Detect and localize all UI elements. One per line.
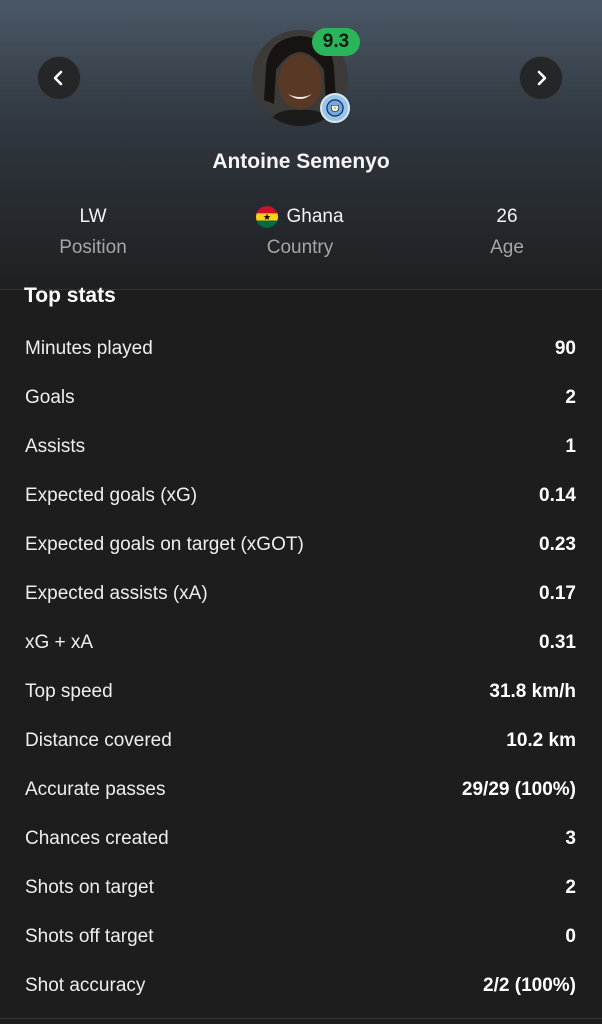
divider (0, 1018, 602, 1019)
stat-label: Chances created (25, 827, 169, 849)
stats-list: Minutes played 90 Goals 2 Assists 1 Expecte… (0, 324, 602, 1010)
stat-row-chances-created: Chances created 3 (0, 814, 602, 863)
stat-label: Minutes played (25, 337, 153, 359)
stat-value: 0.14 (539, 484, 576, 506)
age-label: Age (490, 237, 524, 258)
stat-row-xgot: Expected goals on target (xGOT) 0.23 (0, 520, 602, 569)
stat-row-distance: Distance covered 10.2 km (0, 716, 602, 765)
stat-value: 0 (565, 925, 576, 947)
stat-value: 2/2 (100%) (483, 974, 576, 996)
next-player-button[interactable] (519, 56, 563, 100)
stat-row-xg: Expected goals (xG) 0.14 (0, 471, 602, 520)
info-age: 26 Age (407, 203, 602, 259)
player-header: 9.3 Antoine Semenyo LW Position Ghana Co… (0, 0, 602, 290)
stat-row-xg-xa: xG + xA 0.31 (0, 618, 602, 667)
stat-row-xa: Expected assists (xA) 0.17 (0, 569, 602, 618)
stat-label: Top speed (25, 680, 113, 702)
stat-label: Shot accuracy (25, 974, 146, 996)
section-title: Top stats (24, 284, 116, 307)
stat-value: 90 (554, 337, 576, 359)
stat-row-shots-on-target: Shots on target 2 (0, 863, 602, 912)
stat-label: Expected goals on target (xGOT) (25, 533, 304, 555)
stat-row-minutes-played: Minutes played 90 (0, 324, 602, 373)
stat-label: Distance covered (25, 729, 172, 751)
stat-label: Expected assists (xA) (25, 582, 208, 604)
stat-value: 29/29 (100%) (461, 778, 576, 800)
stat-value: 31.8 km/h (489, 680, 576, 702)
ghana-flag-icon (256, 206, 279, 228)
player-rating-badge: 9.3 (312, 28, 360, 56)
chevron-left-icon (53, 70, 63, 86)
stat-value: 10.2 km (506, 729, 576, 751)
stat-label: Shots off target (25, 925, 154, 947)
stat-label: Expected goals (xG) (25, 484, 198, 506)
stat-label: xG + xA (25, 631, 94, 653)
info-position: LW Position (0, 203, 193, 259)
club-badge-icon (320, 93, 350, 123)
stat-row-accurate-passes: Accurate passes 29/29 (100%) (0, 765, 602, 814)
stat-value: 0.31 (539, 631, 576, 653)
stat-label: Accurate passes (25, 778, 166, 800)
info-country: Ghana Country (200, 203, 400, 259)
chevron-right-icon (537, 70, 547, 86)
stat-value: 1 (565, 435, 576, 457)
stat-value: 3 (565, 827, 576, 849)
stat-value: 0.17 (539, 582, 576, 604)
player-name: Antoine Semenyo (212, 150, 390, 173)
stat-row-assists: Assists 1 (0, 422, 602, 471)
previous-player-button[interactable] (37, 56, 81, 100)
position-value: LW (79, 206, 107, 227)
stat-row-shot-accuracy: Shot accuracy 2/2 (100%) (0, 961, 602, 1010)
stat-label: Shots on target (25, 876, 154, 898)
stat-row-shots-off-target: Shots off target 0 (0, 912, 602, 961)
stat-label: Goals (25, 386, 75, 408)
age-value: 26 (496, 206, 518, 227)
stat-value: 2 (565, 876, 576, 898)
country-value: Ghana (286, 206, 344, 227)
stat-label: Assists (25, 435, 86, 457)
position-label: Position (59, 237, 127, 258)
stat-row-top-speed: Top speed 31.8 km/h (0, 667, 602, 716)
stat-value: 0.23 (539, 533, 576, 555)
stat-value: 2 (565, 386, 576, 408)
stat-row-goals: Goals 2 (0, 373, 602, 422)
country-label: Country (266, 237, 334, 258)
